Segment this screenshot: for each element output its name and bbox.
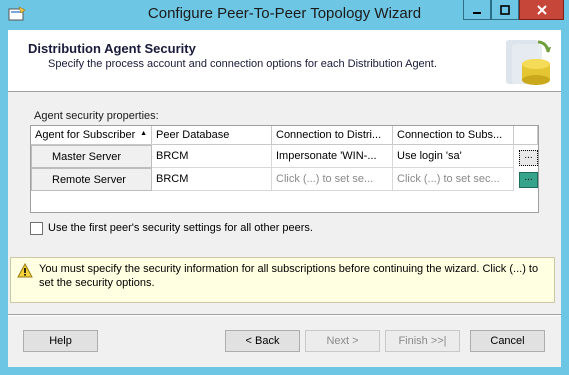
maximize-icon — [500, 4, 510, 15]
column-header-connection-to-distributor[interactable]: Connection to Distri... — [272, 126, 393, 145]
database-sync-icon — [506, 40, 551, 85]
security-settings-button-remote-server[interactable]: ... — [519, 172, 538, 188]
wizard-body: Distribution Agent Security Specify the … — [8, 30, 561, 367]
page-title: Distribution Agent Security — [28, 41, 196, 56]
next-button[interactable]: Next > — [305, 330, 380, 352]
cell-connection-to-distributor[interactable]: Impersonate 'WIN-... — [272, 145, 393, 168]
wizard-window: Configure Peer-To-Peer Topology Wizard D… — [0, 0, 569, 375]
column-header-connection-to-subscriber[interactable]: Connection to Subs... — [393, 126, 514, 145]
sort-ascending-icon: ▲ — [140, 130, 147, 137]
warning-text: You must specify the security informatio… — [39, 263, 539, 289]
title-bar[interactable]: Configure Peer-To-Peer Topology Wizard — [0, 0, 569, 30]
cell-connection-to-subscriber[interactable]: Use login 'sa' — [393, 145, 514, 168]
back-button[interactable]: < Back — [225, 330, 300, 352]
minimize-button[interactable] — [463, 0, 491, 20]
cell-peer-database[interactable]: BRCM — [152, 168, 272, 191]
cell-peer-database[interactable]: BRCM — [152, 145, 272, 168]
agent-security-properties-label: Agent security properties: — [34, 110, 159, 122]
page-header: Distribution Agent Security Specify the … — [8, 30, 561, 92]
use-first-peer-settings-checkbox[interactable] — [30, 222, 43, 235]
warning-icon — [17, 263, 33, 278]
cancel-button[interactable]: Cancel — [470, 330, 545, 352]
use-first-peer-settings-label[interactable]: Use the first peer's security settings f… — [48, 222, 313, 234]
warning-message-panel: You must specify the security informatio… — [10, 257, 555, 303]
agent-security-grid: Agent for Subscriber ▲ Peer Database Con… — [30, 125, 539, 213]
column-header-blank — [514, 126, 538, 145]
close-button[interactable] — [519, 0, 564, 20]
grid-header: Agent for Subscriber ▲ Peer Database Con… — [31, 126, 538, 145]
minimize-icon — [473, 11, 481, 14]
security-settings-button-master-server[interactable]: ... — [519, 150, 538, 166]
cell-connection-to-subscriber[interactable]: Click (...) to set sec... — [393, 168, 514, 191]
cell-connection-to-distributor[interactable]: Click (...) to set se... — [272, 168, 393, 191]
column-header-peer-database[interactable]: Peer Database — [152, 126, 272, 145]
finish-button[interactable]: Finish >>| — [385, 330, 460, 352]
column-header-agent-for-subscriber[interactable]: Agent for Subscriber ▲ — [31, 126, 152, 145]
button-separator — [8, 314, 561, 316]
row-header-master-server[interactable]: Master Server — [31, 145, 152, 168]
row-header-remote-server[interactable]: Remote Server — [31, 168, 152, 191]
page-subtitle: Specify the process account and connecti… — [48, 58, 437, 70]
help-button[interactable]: Help — [23, 330, 98, 352]
column-label: Agent for Subscriber — [35, 129, 136, 141]
maximize-button[interactable] — [491, 0, 519, 20]
close-icon — [536, 4, 547, 15]
